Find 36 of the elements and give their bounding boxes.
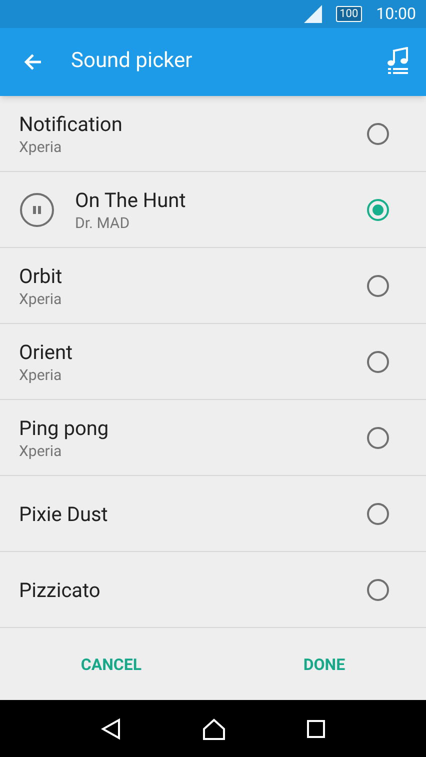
radio-button[interactable]	[366, 274, 390, 298]
pause-button[interactable]	[19, 192, 55, 228]
sound-title: Notification	[19, 110, 124, 136]
sound-item[interactable]: Pizzicato	[0, 552, 426, 628]
back-arrow-icon	[23, 52, 43, 72]
sound-source: Xperia	[19, 288, 63, 308]
sound-item[interactable]: Notification Xperia	[0, 96, 426, 172]
sound-title: Orient	[19, 338, 74, 364]
radio-button[interactable]	[366, 122, 390, 146]
sound-source: Xperia	[19, 364, 63, 384]
signal-icon	[304, 5, 322, 23]
sound-title: Orbit	[19, 262, 64, 288]
recent-apps-icon[interactable]	[306, 718, 326, 738]
music-list-icon	[387, 47, 409, 77]
home-icon[interactable]	[202, 718, 226, 740]
battery-indicator: 100	[336, 6, 362, 22]
sound-source: Dr. MAD	[75, 212, 131, 232]
sound-item[interactable]: Ping pong Xperia	[0, 400, 426, 476]
clock: 10:00	[376, 3, 416, 25]
sound-source: Xperia	[19, 440, 63, 460]
sound-title: On The Hunt	[75, 186, 187, 212]
sound-title: Pizzicato	[19, 576, 102, 602]
sound-item[interactable]: On The Hunt Dr. MAD	[0, 172, 426, 248]
back-nav-icon[interactable]	[100, 718, 122, 740]
sound-item[interactable]: Orient Xperia	[0, 324, 426, 400]
radio-button[interactable]	[366, 578, 390, 602]
radio-button[interactable]	[366, 426, 390, 450]
sound-title: Ping pong	[19, 414, 110, 440]
sound-source: Xperia	[19, 136, 63, 156]
sound-item[interactable]: Pixie Dust	[0, 476, 426, 552]
radio-button[interactable]	[366, 502, 390, 526]
radio-button[interactable]	[366, 198, 390, 222]
radio-button[interactable]	[366, 350, 390, 374]
sound-item[interactable]: Orbit Xperia	[0, 248, 426, 324]
sound-title: Pixie Dust	[19, 500, 109, 526]
screen-title: Sound picker	[70, 48, 194, 76]
